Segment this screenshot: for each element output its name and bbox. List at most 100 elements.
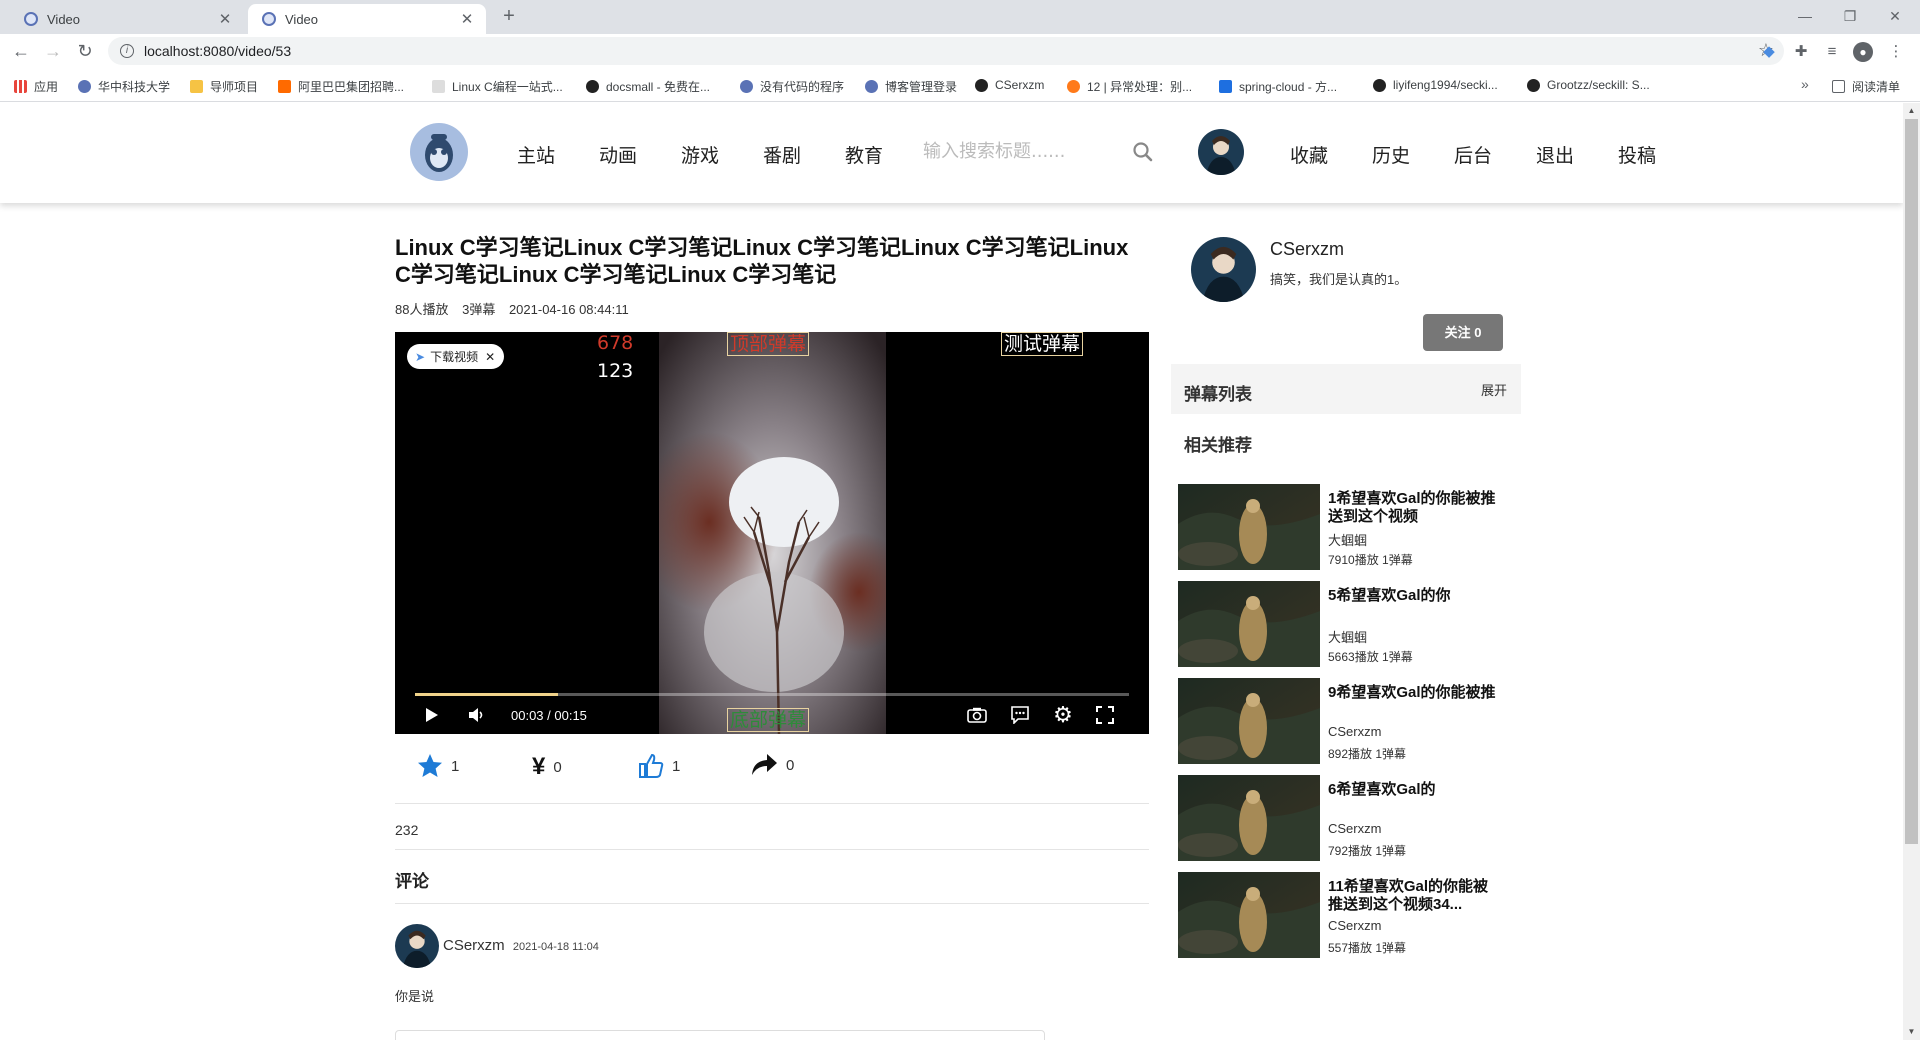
coin-button[interactable]: ¥ 0 [532, 753, 562, 781]
fullscreen-icon [1096, 706, 1114, 724]
recommend-thumbnail[interactable] [1178, 872, 1320, 958]
volume-button[interactable] [466, 702, 488, 728]
recommend-item[interactable]: 9希望喜欢Gal的你能被推 CSerxzm 892播放 1弹幕 [1178, 678, 1518, 764]
site-info-icon[interactable]: i [120, 44, 134, 58]
recommend-item[interactable]: 1希望喜欢Gal的你能被推送到这个视频 大蝈蝈 7910播放 1弹幕 [1178, 484, 1518, 570]
media-control-icon[interactable]: ≡ [1822, 42, 1842, 62]
close-window-icon[interactable]: ✕ [1875, 4, 1915, 28]
avatar-image [395, 924, 439, 968]
expand-toggle[interactable]: 展开 [1481, 380, 1507, 399]
reading-list[interactable]: 阅读清单 [1832, 78, 1900, 95]
user-avatar[interactable] [1198, 129, 1244, 175]
bookmark-item[interactable]: Grootzz/seckill: S... [1527, 78, 1650, 92]
search-icon[interactable] [1132, 141, 1154, 163]
nav-anime[interactable]: 动画 [599, 141, 637, 168]
address-bar[interactable]: i localhost:8080/video/53 ☆ [108, 37, 1784, 65]
scroll-up-icon[interactable]: ▲ [1903, 103, 1920, 119]
restore-icon[interactable]: ❐ [1830, 4, 1870, 28]
bookmark-item[interactable]: 华中科技大学 [78, 78, 170, 95]
menu-kebab-icon[interactable]: ⋮ [1886, 42, 1906, 62]
nav-series[interactable]: 番剧 [763, 141, 801, 168]
scrollbar[interactable]: ▲ ▼ [1903, 103, 1920, 1040]
browser-tab-2[interactable]: Video ✕ [248, 4, 486, 34]
bookmark-item[interactable]: 博客管理登录 [865, 78, 957, 95]
reload-icon[interactable]: ↻ [74, 40, 96, 62]
nav-upload[interactable]: 投稿 [1618, 141, 1656, 168]
nav-logout[interactable]: 退出 [1536, 141, 1574, 168]
follow-button[interactable]: 关注 0 [1423, 314, 1503, 351]
video-player[interactable]: ➤ 下载视频 ✕ 678 123 顶部弹幕 测试弹幕 底部弹幕 00:03 / … [395, 332, 1149, 734]
nav-education[interactable]: 教育 [845, 141, 883, 168]
profile-icon[interactable]: ● [1853, 42, 1873, 62]
recommend-item[interactable]: 6希望喜欢Gal的 CSerxzm 792播放 1弹幕 [1178, 775, 1518, 861]
site-logo[interactable] [410, 123, 468, 181]
uploader-avatar[interactable] [1191, 237, 1256, 302]
nav-games[interactable]: 游戏 [681, 141, 719, 168]
close-icon[interactable]: ✕ [485, 350, 495, 364]
nav-favorites[interactable]: 收藏 [1290, 141, 1328, 168]
scroll-down-icon[interactable]: ▼ [1903, 1024, 1920, 1040]
bookmark-item[interactable]: CSerxzm [975, 78, 1044, 92]
extension-icon[interactable]: ◆ [1759, 42, 1779, 62]
bookmark-item[interactable]: Linux C编程一站式... [432, 78, 563, 95]
hust-icon [78, 80, 91, 93]
more-bookmarks-icon[interactable]: » [1801, 76, 1809, 92]
danmaku-toggle-button[interactable] [1008, 702, 1032, 728]
bookmark-item[interactable]: docsmall - 免费在... [586, 78, 710, 95]
play-button[interactable] [421, 702, 443, 728]
recommend-thumbnail[interactable] [1178, 484, 1320, 570]
forward-icon[interactable]: → [42, 40, 64, 62]
like-button[interactable]: 1 [638, 753, 680, 779]
bookmark-folder[interactable]: 导师项目 [190, 78, 258, 95]
recommend-heading: 相关推荐 [1184, 436, 1252, 455]
recommend-item[interactable]: 11希望喜欢Gal的你能被推送到这个视频34... CSerxzm 557播放 1弹… [1178, 872, 1518, 958]
share-button[interactable]: 0 [750, 753, 794, 777]
uploader-signature: 搞笑，我们是认真的1。 [1270, 272, 1408, 287]
divider [395, 903, 1149, 904]
bookmark-item[interactable]: 12 | 异常处理：别... [1067, 78, 1192, 95]
comment-header: CSerxzm 2021-04-18 11:04 [443, 937, 599, 954]
recommend-title[interactable]: 5希望喜欢Gal的你 [1328, 587, 1503, 605]
minimize-icon[interactable]: — [1785, 4, 1825, 28]
video-thumbnail [1178, 678, 1320, 764]
download-video-button[interactable]: ➤ 下载视频 ✕ [407, 344, 504, 369]
new-tab-icon[interactable]: + [498, 5, 520, 27]
uploader-name[interactable]: CSerxzm [1270, 239, 1344, 260]
scrollbar-thumb[interactable] [1905, 119, 1918, 844]
recommend-title[interactable]: 11希望喜欢Gal的你能被推送到这个视频34... [1328, 878, 1503, 914]
comment-input[interactable] [395, 1030, 1045, 1040]
recommend-title[interactable]: 9希望喜欢Gal的你能被推 [1328, 684, 1503, 702]
video-frame [659, 332, 886, 734]
collect-button[interactable]: 1 [417, 753, 459, 779]
bookmark-item[interactable]: 阿里巴巴集团招聘... [278, 78, 404, 95]
recommend-thumbnail[interactable] [1178, 581, 1320, 667]
danmaku-item: 678 [597, 332, 634, 354]
browser-tab-1[interactable]: Video ✕ [10, 4, 244, 34]
extensions-puzzle-icon[interactable]: ✚ [1791, 42, 1811, 62]
recommend-thumbnail[interactable] [1178, 775, 1320, 861]
comment-username[interactable]: CSerxzm [443, 937, 505, 954]
bookmark-item[interactable]: liyifeng1994/secki... [1373, 78, 1498, 92]
nav-history[interactable]: 历史 [1372, 141, 1410, 168]
bookmark-item[interactable]: spring-cloud - 方... [1219, 78, 1337, 95]
comment-avatar[interactable] [395, 924, 439, 968]
recommend-title[interactable]: 6希望喜欢Gal的 [1328, 781, 1503, 799]
github-icon [1373, 78, 1386, 92]
fullscreen-button[interactable] [1093, 702, 1117, 728]
close-tab-icon[interactable]: ✕ [458, 10, 476, 28]
close-tab-icon[interactable]: ✕ [216, 10, 234, 28]
search-input[interactable] [923, 131, 1151, 171]
bookmark-item[interactable]: 没有代码的程序 [740, 78, 844, 95]
bookmark-apps[interactable]: 应用 [14, 78, 58, 95]
nav-home[interactable]: 主站 [517, 141, 555, 168]
video-meta: 88人播放 3弹幕 2021-04-16 08:44:11 [395, 299, 639, 318]
danmaku-top: 顶部弹幕 [727, 332, 810, 356]
recommend-thumbnail[interactable] [1178, 678, 1320, 764]
progress-bar[interactable] [415, 693, 1129, 696]
recommend-title[interactable]: 1希望喜欢Gal的你能被推送到这个视频 [1328, 490, 1503, 526]
back-icon[interactable]: ← [10, 40, 32, 62]
screenshot-button[interactable] [965, 702, 989, 728]
nav-admin[interactable]: 后台 [1454, 141, 1492, 168]
recommend-item[interactable]: 5希望喜欢Gal的你 大蝈蝈 5663播放 1弹幕 [1178, 581, 1518, 667]
settings-button[interactable]: ⚙ [1051, 702, 1075, 728]
